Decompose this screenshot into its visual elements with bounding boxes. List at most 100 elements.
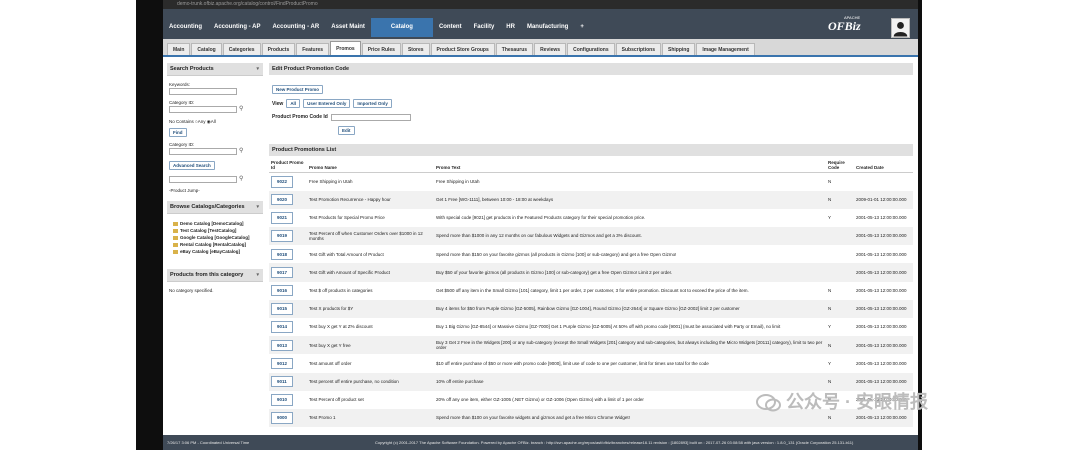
collapse-icon[interactable]: ▾ xyxy=(256,66,259,72)
promo-text-cell: 10% off entire purchase xyxy=(436,378,484,384)
catalog-tree-item[interactable]: Google Catalog [GoogleCatalog] xyxy=(173,234,261,241)
new-promo-button[interactable]: New Product Promo xyxy=(272,85,324,94)
tab-thesaurus[interactable]: Thesaurus xyxy=(495,43,534,55)
promo-id-button[interactable]: 9022 xyxy=(271,176,294,188)
browse-catalogs-title: Browse Catalogs/Categories xyxy=(170,204,245,210)
promo-name-cell: Test X products for $Y xyxy=(307,299,434,318)
promo-id-button[interactable]: 9020 xyxy=(271,194,294,206)
catalog-tree-item[interactable]: Test Catalog [TestCatalog] xyxy=(173,227,261,234)
app-menu-item[interactable]: Facility xyxy=(468,18,501,37)
promo-id-button[interactable]: 9019 xyxy=(271,230,294,242)
col-promo-id: Product Promo Id xyxy=(269,158,307,173)
tab-reviews[interactable]: Reviews xyxy=(534,43,567,55)
tab-product-store-groups[interactable]: Product Store Groups xyxy=(430,43,495,55)
tab-configurations[interactable]: Configurations xyxy=(567,43,615,55)
require-code-cell: N xyxy=(828,288,832,294)
tab-catalog[interactable]: Catalog xyxy=(191,43,222,55)
view-user-entered-button[interactable]: User Entered Only xyxy=(303,99,351,108)
collapse-icon[interactable]: ▾ xyxy=(256,204,259,210)
main-panel: Edit Product Promotion Code New Product … xyxy=(269,63,913,428)
promo-id-button[interactable]: 9013 xyxy=(271,339,294,351)
ofbiz-logo[interactable]: APACHE OFBiz xyxy=(828,15,861,34)
promo-name-cell: Test percent off entire purchase, no con… xyxy=(307,372,434,391)
no-contains-checkbox[interactable]: No Contains xyxy=(169,119,194,124)
require-code-cell xyxy=(826,263,854,282)
promo-id-button[interactable]: 9018 xyxy=(271,248,294,261)
catalog-tree-item[interactable]: Rental Catalog [RentalCatalog] xyxy=(173,241,261,248)
table-row: 9015 Test X products for $Y Buy 4 items fo… xyxy=(269,299,913,318)
promo-name-cell: Test Percent off when Customer Orders ov… xyxy=(307,227,434,246)
require-code-cell: N xyxy=(828,342,832,348)
tab-features[interactable]: Features xyxy=(296,43,330,55)
promo-id-button[interactable]: 9011 xyxy=(271,375,293,388)
tab-price-rules[interactable]: Price Rules xyxy=(361,43,401,55)
require-code-cell: Y xyxy=(828,215,832,221)
view-all-button[interactable]: All xyxy=(286,99,301,108)
promo-id-button[interactable]: 9000 xyxy=(271,412,294,424)
app-menu-item[interactable]: Catalog xyxy=(370,18,433,37)
keywords-input[interactable] xyxy=(169,88,237,95)
tab-main[interactable]: Main xyxy=(167,43,191,55)
promo-id-button[interactable]: 9014 xyxy=(271,321,294,333)
footer-copyright: Copyright (c) 2001-2017 The Apache Softw… xyxy=(375,440,854,445)
app-menu-item[interactable]: HR xyxy=(500,18,521,37)
created-date-cell: 2009-01-01 12:00:00.000 xyxy=(854,190,913,209)
promo-text-cell: $10 off entire purchase of $50 or more w… xyxy=(434,354,826,372)
app-menu-item[interactable]: Accounting - AR xyxy=(266,18,325,37)
edit-button[interactable]: Edit xyxy=(338,126,355,135)
app-menu-item[interactable]: Manufacturing xyxy=(521,18,574,37)
advanced-search-button[interactable]: Advanced Search xyxy=(169,161,215,170)
promo-id-cell: 9022 xyxy=(269,173,307,191)
lookup-icon[interactable]: ⚲ xyxy=(239,147,243,154)
promo-id-button[interactable]: 9012 xyxy=(271,357,294,370)
require-code-cell xyxy=(826,227,854,246)
tab-promos[interactable]: Promos xyxy=(330,41,361,55)
catalog-tree-item[interactable]: Demo Catalog [DemoCatalog] xyxy=(173,220,261,227)
require-code-cell: N xyxy=(828,179,832,185)
tab-products[interactable]: Products xyxy=(261,43,296,55)
promo-id-button[interactable]: 9021 xyxy=(271,212,294,224)
find-button[interactable]: Find xyxy=(169,128,187,137)
view-imported-button[interactable]: Imported Only xyxy=(353,99,392,108)
tab-categories[interactable]: Categories xyxy=(222,43,261,55)
tab-stores[interactable]: Stores xyxy=(401,43,430,55)
promo-name-cell: Test Promotion Recurrence - Happy hour xyxy=(307,190,434,209)
promo-id-button[interactable]: 9016 xyxy=(271,285,294,297)
promo-name-cell: Test buy X get Y free xyxy=(309,342,351,348)
lookup-icon[interactable]: ⚲ xyxy=(239,175,243,182)
tab-subscriptions[interactable]: Subscriptions xyxy=(615,43,661,55)
page-content: Search Products ▾ Keywords: Category ID:… xyxy=(163,59,918,435)
app-menu-item[interactable]: + xyxy=(574,18,590,37)
promo-text-cell: Buy 3 Get 2 Free in the Widgets [200] or… xyxy=(436,339,823,351)
catalog-tree-item[interactable]: eBay Catalog [eBayCatalog] xyxy=(173,248,261,255)
product-jump-input[interactable] xyxy=(169,176,237,183)
require-code-cell: N xyxy=(826,282,854,300)
app-menu-item[interactable]: Asset Maint xyxy=(325,18,371,37)
tab-shipping[interactable]: Shipping xyxy=(661,43,696,55)
avatar[interactable] xyxy=(891,18,910,38)
promo-id-button[interactable]: 9015 xyxy=(271,303,294,315)
promo-code-input[interactable] xyxy=(330,114,411,121)
promo-text-cell: Buy 1 Big Gizmo [GZ-8544] or Massive Giz… xyxy=(436,324,781,330)
app-menu-item[interactable]: Accounting xyxy=(163,18,208,37)
brand-apache: APACHE xyxy=(844,15,861,20)
category-id-input-2[interactable] xyxy=(169,148,237,155)
product-jump-select[interactable]: -Product Jump- xyxy=(169,188,261,193)
app-header: Accounting Accounting - AP Accounting - AR… xyxy=(163,9,918,39)
view-label: View xyxy=(272,100,284,107)
require-code-cell: Y xyxy=(828,324,832,330)
promo-text-cell: $10 off entire purchase of $50 or more w… xyxy=(436,360,709,366)
app-menu-item[interactable]: Content xyxy=(433,18,468,37)
promo-id-button[interactable]: 9010 xyxy=(271,394,294,406)
col-require-code: Require Code xyxy=(826,158,854,173)
collapse-icon[interactable]: ▾ xyxy=(256,272,259,278)
watermark-text: 公众号 · 安眼情报 xyxy=(786,392,928,412)
app-menu-item[interactable]: Accounting - AP xyxy=(208,18,266,37)
browser-url-bar[interactable]: demo-trunk.ofbiz.apache.org/catalog/cont… xyxy=(163,0,918,9)
tab-image-management[interactable]: Image Management xyxy=(696,43,755,55)
require-code-cell: N xyxy=(826,336,854,355)
promo-text-cell: Get $500 off any item in the Small Gizmo… xyxy=(434,282,826,300)
category-id-input[interactable] xyxy=(169,106,237,113)
promo-id-button[interactable]: 9017 xyxy=(271,266,294,279)
lookup-icon[interactable]: ⚲ xyxy=(239,105,243,112)
